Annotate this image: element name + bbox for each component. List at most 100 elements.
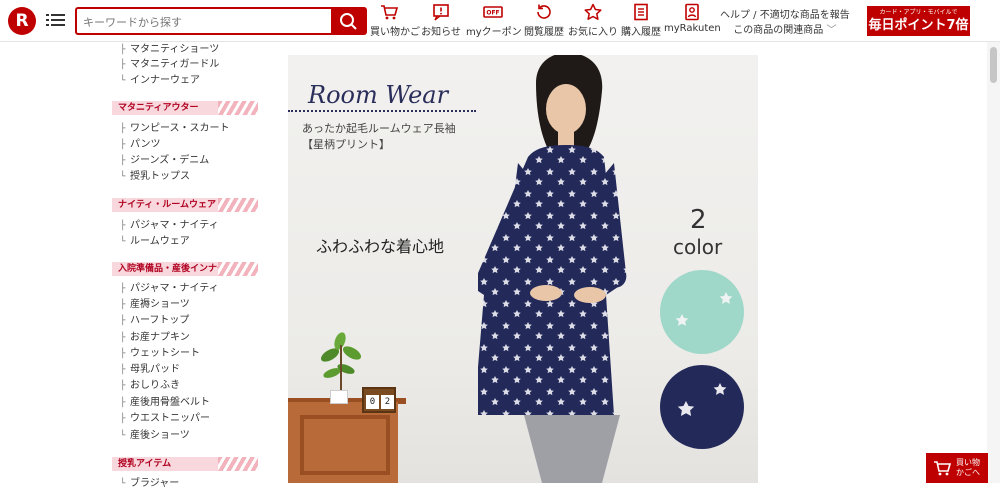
- sidebar-item[interactable]: ├ ワンピース・スカート: [120, 119, 230, 134]
- sidebar-item-label: ウェットシート: [130, 348, 200, 359]
- sidebar-item-label: おしりふき: [130, 380, 180, 391]
- help-links: ヘルプ / 不適切な商品を報告 この商品の関連商品 ﹀: [720, 8, 850, 38]
- sidebar-category-header[interactable]: 入院準備品・産後インナー: [112, 262, 258, 276]
- tree-branch-icon: ├: [120, 140, 126, 150]
- tree-branch-icon: ├: [120, 60, 126, 70]
- color-swatch-navy[interactable]: [660, 365, 744, 449]
- sidebar-item-label: 産後ショーツ: [130, 430, 190, 441]
- sidebar-item-label: パジャマ・ナイティ: [130, 220, 219, 231]
- block-calendar: 0 2: [362, 387, 396, 413]
- sidebar-item[interactable]: ├ パジャマ・ナイティ: [120, 216, 219, 231]
- sidebar-item-label: ウエストニッパー: [130, 413, 210, 424]
- category-title: ナイティ・ルームウェア: [118, 200, 217, 210]
- notice-icon: [433, 4, 449, 21]
- floating-cart-label: 買い物 かごへ: [956, 458, 980, 478]
- sidebar-item[interactable]: ├ 産後用骨盤ベルト: [120, 393, 210, 408]
- tree-branch-icon: └: [120, 479, 126, 489]
- color-swatch-mint[interactable]: [660, 270, 744, 354]
- sidebar-item[interactable]: └ 授乳トップス: [120, 167, 190, 182]
- sidebar-item[interactable]: └ インナーウェア: [120, 71, 200, 86]
- search-button[interactable]: [331, 9, 365, 33]
- tree-branch-icon: └: [120, 76, 126, 86]
- nav-label: お気に入り: [568, 27, 618, 38]
- tree-branch-icon: ├: [120, 284, 126, 294]
- rakuten-logo[interactable]: R: [8, 7, 36, 35]
- sidebar-item-label: 母乳パッド: [130, 364, 180, 375]
- nav-cart[interactable]: 買い物かご: [370, 3, 420, 39]
- floating-cart-label-line: 買い物: [956, 458, 980, 467]
- sidebar-item[interactable]: ├ 母乳パッド: [120, 360, 180, 375]
- plant-pot: [330, 390, 348, 404]
- sidebar-item[interactable]: ├ 産褥ショーツ: [120, 295, 190, 310]
- nav-label: 購入履歴: [621, 27, 661, 38]
- search-icon: [340, 13, 357, 30]
- sidebar-item-label: マタニティショーツ: [130, 44, 220, 55]
- product-banner[interactable]: Room Wear あったか起毛ルームウェア長袖 【星柄プリント】 ふわふわな着…: [288, 55, 758, 483]
- calendar-digit: 2: [381, 395, 394, 409]
- tree-branch-icon: ├: [120, 300, 126, 310]
- menu-icon[interactable]: [46, 11, 66, 29]
- scroll-thumb[interactable]: [990, 47, 997, 83]
- tree-branch-icon: ├: [120, 316, 126, 326]
- star-icon: [584, 3, 602, 20]
- sidebar-item-label: パンツ: [130, 139, 161, 150]
- scrollbar[interactable]: [987, 42, 1000, 483]
- sidebar-item[interactable]: └ 産後ショーツ: [120, 426, 190, 441]
- nav-label: お知らせ: [421, 27, 461, 38]
- sidebar-item[interactable]: └ ブラジャー: [120, 474, 179, 489]
- sidebar-item[interactable]: ├ ハーフトップ: [120, 311, 189, 326]
- stripe-decoration: [218, 262, 258, 276]
- search-input[interactable]: [83, 13, 328, 31]
- sidebar-item-label: パジャマ・ナイティ: [130, 283, 219, 294]
- sidebar-item[interactable]: ├ ウエストニッパー: [120, 409, 210, 424]
- sidebar-category-header[interactable]: ナイティ・ルームウェア: [112, 198, 258, 212]
- user-icon: [685, 3, 699, 21]
- nav-notice[interactable]: お知らせ: [421, 3, 461, 39]
- tree-branch-icon: └: [120, 237, 126, 247]
- sidebar-item-label: ワンピース・スカート: [130, 123, 230, 134]
- nav-label: 買い物かご: [370, 27, 420, 38]
- sidebar-category-header[interactable]: マタニティアウター: [112, 101, 258, 115]
- subtitle-line: 【星柄プリント】: [302, 138, 390, 151]
- nav-label: myクーポン: [466, 27, 522, 38]
- banner-title: Room Wear: [308, 81, 449, 109]
- nav-favorites[interactable]: お気に入り: [567, 3, 619, 39]
- sidebar-item-label: マタニティガードル: [130, 59, 220, 70]
- sidebar-item-label: インナーウェア: [130, 75, 200, 86]
- related-products-link[interactable]: この商品の関連商品 ﹀: [720, 23, 850, 38]
- nav-history[interactable]: 閲覧履歴: [523, 3, 565, 39]
- nav-myrakuten[interactable]: myRakuten: [664, 3, 721, 39]
- coupon-icon: OFF: [483, 6, 503, 18]
- cart-icon: [381, 5, 399, 20]
- help-link[interactable]: ヘルプ / 不適切な商品を報告: [720, 8, 850, 23]
- category-title: 授乳アイテム: [118, 459, 172, 469]
- color-label: color: [673, 235, 723, 259]
- tree-branch-icon: ├: [120, 124, 126, 134]
- nav-coupon[interactable]: OFF myクーポン: [466, 3, 522, 39]
- sidebar-item[interactable]: ├ パジャマ・ナイティ: [120, 279, 219, 294]
- tree-branch-icon: └: [120, 172, 126, 182]
- tree-branch-icon: ├: [120, 381, 126, 391]
- sidebar-item[interactable]: └ ルームウェア: [120, 232, 190, 247]
- plant-leaves: [320, 332, 362, 391]
- sidebar-item[interactable]: ├ おしりふき: [120, 376, 180, 391]
- nav-purchase-history[interactable]: 購入履歴: [620, 3, 662, 39]
- header: R 買い物かご お知らせ OFF myクーポン 閲覧履歴 お気に入り 購入履歴 …: [0, 0, 1000, 42]
- sidebar-item-label: 産褥ショーツ: [130, 299, 190, 310]
- sidebar-item-label: ルームウェア: [130, 236, 190, 247]
- color-count: 2: [690, 205, 707, 235]
- catch-copy: ふわふわな着心地: [316, 237, 445, 256]
- tree-branch-icon: ├: [120, 45, 126, 55]
- category-title: 入院準備品・産後インナー: [118, 264, 227, 274]
- point-promo-banner[interactable]: カード・アプリ・モバイルで 毎日ポイント7倍: [867, 6, 970, 36]
- sidebar-item[interactable]: ├ マタニティショーツ: [120, 40, 219, 55]
- sidebar-category-header[interactable]: 授乳アイテム: [112, 457, 258, 471]
- sidebar-item[interactable]: ├ ウェットシート: [120, 344, 200, 359]
- sidebar-item[interactable]: ├ ジーンズ・デニム: [120, 151, 209, 166]
- sidebar-item[interactable]: ├ お産ナプキン: [120, 328, 190, 343]
- floating-cart-button[interactable]: 買い物 かごへ: [926, 453, 988, 483]
- sidebar-item[interactable]: ├ マタニティガードル: [120, 55, 219, 70]
- tree-branch-icon: ├: [120, 414, 126, 424]
- sidebar-item[interactable]: ├ パンツ: [120, 135, 161, 150]
- tree-branch-icon: ├: [120, 156, 126, 166]
